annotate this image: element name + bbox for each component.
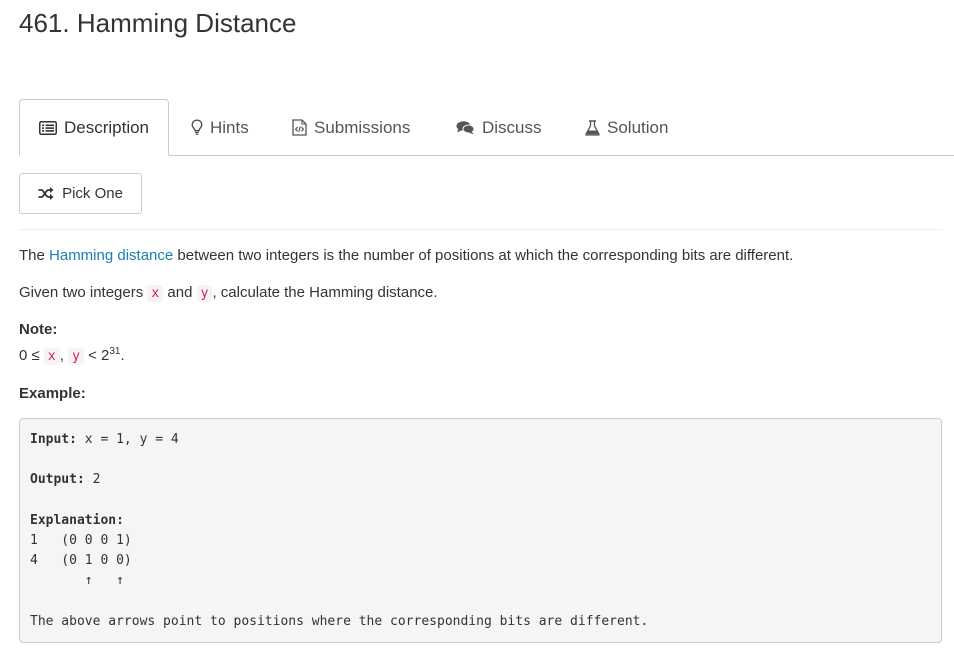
exponent: 31 [109, 346, 121, 357]
tab-label: Discuss [482, 117, 542, 137]
pick-one-button[interactable]: Pick One [19, 173, 142, 214]
inline-code-y: y [196, 285, 213, 302]
description-paragraph-1: The Hamming distance between two integer… [19, 246, 793, 266]
tab-solution[interactable]: Solution [585, 99, 668, 156]
tab-label: Submissions [314, 117, 411, 137]
binary-line-1: 1 (0 0 0 1) [30, 532, 132, 548]
tab-submissions[interactable]: Submissions [292, 99, 410, 156]
example-explanation-line: Explanation: [30, 511, 931, 531]
page-title: 461. Hamming Distance [19, 8, 297, 38]
note-constraint: 0 ≤ x, y < 231. [19, 346, 125, 367]
input-value: x = 1, y = 4 [76, 432, 179, 447]
arrows-line: ↑ ↑ [30, 573, 124, 589]
output-value: 2 [84, 472, 101, 488]
explanation-footer: The above arrows point to positions wher… [30, 613, 649, 629]
tab-label: Hints [210, 117, 249, 137]
input-label: Input: [30, 432, 77, 447]
tab-description[interactable]: Description [19, 99, 169, 156]
text: The [19, 247, 50, 264]
tab-discuss[interactable]: Discuss [456, 99, 542, 156]
output-label: Output: [30, 472, 85, 488]
description-paragraph-2: Given two integers x and y, calculate th… [19, 283, 438, 304]
note-label: Note: [19, 321, 58, 338]
description-icon [38, 120, 57, 135]
text: , [59, 347, 69, 364]
inline-code-x: x [43, 348, 60, 365]
inline-code-x: x [147, 285, 164, 302]
shuffle-icon [38, 187, 54, 200]
code-file-icon [292, 119, 307, 136]
text: , calculate the Hamming distance. [212, 284, 438, 301]
text: between two integers is the number of po… [173, 247, 794, 264]
example-output-line: Output: 2 [30, 470, 931, 490]
hamming-distance-link[interactable]: Hamming distance [49, 247, 173, 264]
tab-hints[interactable]: Hints [191, 99, 249, 156]
flask-icon [585, 119, 600, 136]
tab-label: Solution [607, 117, 669, 137]
binary-line-2: 4 (0 1 0 0) [30, 553, 132, 569]
text: and [163, 284, 197, 301]
comments-icon [456, 120, 475, 135]
example-input-line: Input: x = 1, y = 4 [30, 430, 931, 450]
problem-tabs: Description Hints Submissions Discuss So… [19, 99, 954, 156]
text: 0 ≤ [19, 347, 44, 364]
example-label: Example: [19, 385, 86, 402]
inline-code-y: y [68, 348, 84, 365]
divider [19, 229, 942, 230]
pick-one-label: Pick One [62, 185, 123, 202]
text: < 2 [83, 347, 110, 364]
lightbulb-icon [191, 119, 203, 136]
text: . [120, 347, 125, 364]
text: Given two integers [19, 284, 148, 301]
tab-label: Description [63, 117, 150, 137]
example-code-block: Input: x = 1, y = 4 Output: 2 Explanatio… [19, 418, 942, 643]
explanation-label: Explanation: [30, 512, 124, 528]
